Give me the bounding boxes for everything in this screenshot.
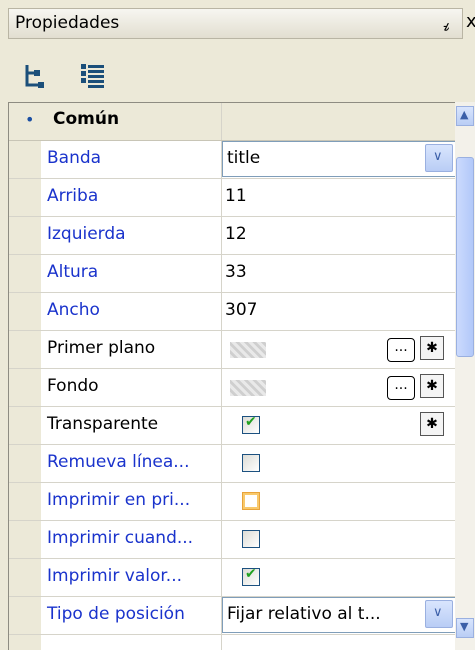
property-row-partial[interactable] — [9, 635, 455, 650]
row-gutter — [9, 635, 41, 650]
pin-icon[interactable]: ߨ — [443, 13, 449, 32]
property-name: Imprimir en pri... — [47, 490, 191, 510]
row-gutter — [9, 445, 41, 482]
property-row[interactable]: Fondo ... ✱ — [9, 369, 455, 407]
vertical-scrollbar[interactable]: ▲ ▼ — [455, 102, 475, 650]
scroll-down-button[interactable]: ▼ — [456, 618, 474, 638]
reset-icon[interactable]: ✱ — [420, 374, 444, 398]
panel-titlebar: Propiedades ߨ x — [0, 0, 475, 46]
property-row[interactable]: Ancho 307 — [9, 293, 455, 331]
column-divider — [221, 255, 222, 292]
category-label: Común — [53, 109, 120, 129]
property-value[interactable]: 33 — [225, 262, 247, 282]
dropdown-button[interactable]: ∨ — [425, 144, 453, 172]
property-name: Fondo — [47, 376, 99, 396]
category-row-comun[interactable]: • Común — [9, 103, 455, 141]
tipo-posicion-combobox[interactable]: Fijar relativo al t... ∨ — [222, 597, 455, 633]
property-name: Arriba — [47, 186, 99, 206]
column-divider — [221, 103, 222, 140]
combobox-value: Fijar relativo al t... — [227, 604, 381, 624]
property-row[interactable]: Imprimir en pri... — [9, 483, 455, 521]
property-value[interactable]: 12 — [225, 224, 247, 244]
property-name: Banda — [47, 148, 102, 168]
reset-icon[interactable]: ✱ — [420, 336, 444, 360]
property-row[interactable]: Imprimir valor... — [9, 559, 455, 597]
property-name: Remueva línea... — [47, 452, 190, 472]
property-value[interactable]: 307 — [225, 300, 257, 320]
column-divider — [221, 559, 222, 596]
checkbox[interactable] — [242, 530, 260, 548]
property-row[interactable]: Remueva línea... — [9, 445, 455, 483]
column-divider — [221, 635, 222, 650]
alphabetical-view-icon[interactable] — [78, 61, 108, 91]
row-gutter — [9, 141, 41, 178]
property-row[interactable]: Primer plano ... ✱ — [9, 331, 455, 369]
row-gutter — [9, 521, 41, 558]
property-row[interactable]: Transparente ✱ — [9, 407, 455, 445]
row-gutter — [9, 483, 41, 520]
column-divider — [221, 293, 222, 330]
ellipsis-button[interactable]: ... — [387, 338, 415, 362]
column-divider — [221, 483, 222, 520]
property-name: Ancho — [47, 300, 100, 320]
column-divider — [221, 445, 222, 482]
row-gutter — [9, 407, 41, 444]
property-value[interactable]: 11 — [225, 186, 247, 206]
property-row[interactable]: Arriba 11 — [9, 179, 455, 217]
row-gutter — [9, 559, 41, 596]
column-divider — [221, 331, 222, 368]
property-name: Primer plano — [47, 338, 156, 358]
properties-toolbar — [0, 46, 475, 102]
property-name: Imprimir valor... — [47, 566, 182, 586]
property-row[interactable]: Imprimir cuand... — [9, 521, 455, 559]
column-divider — [221, 407, 222, 444]
property-row[interactable]: Tipo de posición Fijar relativo al t... … — [9, 597, 455, 635]
chevron-up-icon: ▲ — [460, 108, 469, 121]
transparente-checkbox[interactable] — [242, 414, 260, 434]
row-gutter — [9, 217, 41, 254]
scroll-up-button[interactable]: ▲ — [456, 106, 474, 126]
row-gutter — [9, 331, 41, 368]
property-name: Transparente — [47, 414, 159, 434]
scroll-thumb[interactable] — [456, 157, 474, 357]
column-divider — [221, 369, 222, 406]
panel-title-box: Propiedades ߨ x — [8, 8, 475, 39]
property-row[interactable]: Banda title ∨ — [9, 141, 455, 179]
combobox-value: title — [227, 148, 261, 168]
row-gutter — [9, 179, 41, 216]
dropdown-button[interactable]: ∨ — [425, 600, 453, 628]
property-name: Altura — [47, 262, 99, 282]
key-icon: • — [25, 110, 35, 129]
panel-title: Propiedades — [15, 13, 120, 33]
property-name: Tipo de posición — [47, 604, 185, 624]
chevron-down-icon: ▼ — [460, 620, 469, 633]
checkbox[interactable] — [242, 454, 260, 472]
close-icon[interactable]: x — [466, 11, 475, 32]
checkbox[interactable] — [242, 492, 260, 510]
row-gutter — [9, 597, 41, 634]
column-divider — [221, 217, 222, 254]
banda-combobox[interactable]: title ∨ — [222, 141, 455, 177]
checkbox[interactable] — [242, 566, 260, 586]
reset-icon[interactable]: ✱ — [420, 412, 444, 436]
chevron-down-icon: ∨ — [433, 605, 443, 620]
categorized-view-icon[interactable] — [22, 61, 52, 91]
property-row[interactable]: Altura 33 — [9, 255, 455, 293]
color-swatch — [230, 380, 266, 396]
color-swatch — [230, 342, 266, 358]
row-gutter — [9, 255, 41, 292]
property-name: Izquierda — [47, 224, 126, 244]
ellipsis-button[interactable]: ... — [387, 376, 415, 400]
column-divider — [221, 521, 222, 558]
row-gutter — [9, 369, 41, 406]
property-grid: • Común Banda title ∨ Arriba 11 Izquierd… — [8, 102, 455, 650]
column-divider — [221, 179, 222, 216]
property-row[interactable]: Izquierda 12 — [9, 217, 455, 255]
row-gutter — [9, 293, 41, 330]
property-name: Imprimir cuand... — [47, 528, 194, 548]
chevron-down-icon: ∨ — [433, 149, 443, 164]
